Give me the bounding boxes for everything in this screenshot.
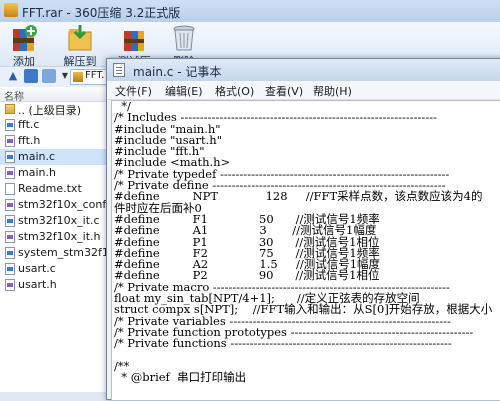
- file-list-item[interactable]: stm32f10x_it.c: [0, 213, 110, 229]
- notepad-title: main.c - 记事本: [133, 65, 222, 79]
- trash-icon: [173, 25, 195, 51]
- extract-button[interactable]: 解压到: [60, 22, 100, 68]
- notepad-icon: [113, 63, 125, 77]
- archiver-title-bar[interactable]: FFT.rar - 360压缩 3.2正式版: [0, 0, 500, 23]
- file-list-item[interactable]: system_stm32f10x.c: [0, 245, 110, 261]
- notepad-window: main.c - 记事本 文件(F) 编辑(E) 格式(O) 查看(V) 帮助(…: [106, 58, 500, 401]
- view-details-icon[interactable]: [42, 69, 56, 83]
- file-name: fft.h: [18, 134, 41, 147]
- menu-file[interactable]: 文件(F): [115, 83, 152, 99]
- file-list-item[interactable]: fft.h: [0, 133, 110, 149]
- editor-content[interactable]: */ /* Includes -------------------------…: [114, 101, 492, 383]
- file-list-item[interactable]: stm32f10x_conf.h: [0, 197, 110, 213]
- up-arrow-icon[interactable]: ▲: [6, 69, 20, 83]
- file-name: stm32f10x_it.c: [18, 214, 100, 227]
- column-header-name[interactable]: 名称: [0, 87, 110, 103]
- archive-app-icon: [4, 3, 18, 17]
- file-name: main.h: [18, 166, 56, 179]
- file-list-item[interactable]: fft.c: [0, 117, 110, 133]
- file-list: 名称 .. (上级目录) fft.c fft.h main.c main.h Readme…: [0, 87, 111, 392]
- path-text: FFT.: [85, 70, 105, 81]
- file-list-item[interactable]: main.h: [0, 165, 110, 181]
- file-list-item[interactable]: stm32f10x_it.h: [0, 229, 110, 245]
- header-file-icon: [5, 199, 15, 211]
- menu-edit[interactable]: 编辑(E): [165, 83, 203, 99]
- menu-view[interactable]: 查看(V): [265, 83, 303, 99]
- c-file-icon: [5, 215, 15, 227]
- file-name: usart.h: [18, 278, 57, 291]
- header-file-icon: [5, 231, 15, 243]
- file-name: main.c: [18, 150, 56, 163]
- c-file-icon: [5, 263, 15, 275]
- file-name: usart.c: [18, 262, 56, 275]
- file-list-item[interactable]: usart.h: [0, 277, 110, 293]
- file-name: system_stm32f10x.c: [18, 246, 110, 259]
- header-file-icon: [5, 167, 15, 179]
- file-list-item[interactable]: main.c: [0, 149, 110, 165]
- text-file-icon: [5, 183, 15, 195]
- view-list-icon[interactable]: [24, 69, 38, 83]
- file-name: Readme.txt: [18, 182, 82, 195]
- menu-help[interactable]: 帮助(H): [313, 83, 352, 99]
- menu-bar: 文件(F) 编辑(E) 格式(O) 查看(V) 帮助(H): [107, 81, 500, 100]
- menu-format[interactable]: 格式(O): [215, 83, 254, 99]
- header-file-icon: [5, 279, 15, 291]
- file-name: stm32f10x_conf.h: [18, 198, 110, 211]
- add-button[interactable]: 添加: [4, 22, 44, 68]
- file-name: stm32f10x_it.h: [18, 230, 101, 243]
- text-editor[interactable]: */ /* Includes -------------------------…: [111, 100, 500, 401]
- file-name: .. (上级目录): [18, 104, 82, 117]
- file-list-item[interactable]: .. (上级目录): [0, 101, 110, 117]
- extract-folder-icon: [68, 25, 92, 51]
- file-list-item[interactable]: usart.c: [0, 261, 110, 277]
- c-file-icon: [5, 247, 15, 259]
- header-file-icon: [5, 135, 15, 147]
- notepad-title-bar[interactable]: main.c - 记事本: [107, 59, 500, 81]
- c-file-icon: [5, 151, 15, 163]
- file-name: fft.c: [18, 118, 40, 131]
- folder-up-icon: [5, 104, 15, 114]
- c-file-icon: [5, 119, 15, 131]
- archiver-title: FFT.rar - 360压缩 3.2正式版: [22, 6, 181, 20]
- test-books-icon: [124, 31, 144, 51]
- archive-books-icon: [13, 25, 37, 51]
- file-list-item[interactable]: Readme.txt: [0, 181, 110, 197]
- archive-icon: [73, 72, 83, 82]
